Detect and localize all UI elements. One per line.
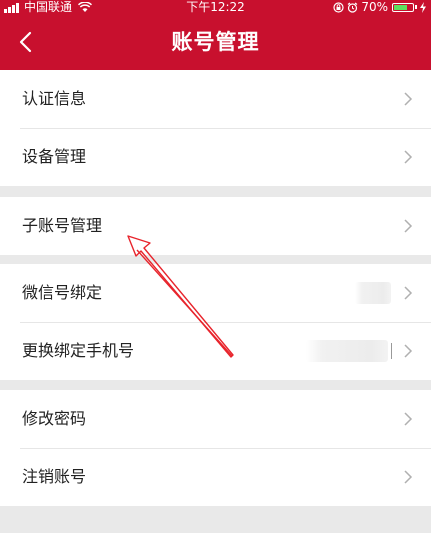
list-item-label: 子账号管理 [22,216,103,235]
list-item-label: 注销账号 [22,467,87,486]
chevron-right-icon [404,92,413,106]
list-item-sub-account-management[interactable]: 子账号管理 [0,197,431,255]
chevron-right-icon [404,412,413,426]
list-item-label: 设备管理 [22,147,87,166]
list-item-label: 认证信息 [22,89,87,108]
list-item-label: 微信号绑定 [22,283,103,302]
battery-tip [415,5,417,9]
status-bar-right: 70% [333,0,427,14]
list-item-wechat-binding[interactable]: 微信号绑定 [0,264,431,322]
rotation-lock-icon [333,1,344,13]
chevron-right-icon [404,286,413,300]
value-divider [391,343,392,359]
list-item-label: 修改密码 [22,409,87,428]
chevron-right-icon [404,344,413,358]
list-item-cancel-account[interactable]: 注销账号 [0,448,431,506]
alarm-icon [347,2,358,13]
settings-group-1: 认证信息 设备管理 [0,70,431,186]
phone-number-value-redacted [306,340,388,362]
nav-bar: 账号管理 [0,14,431,70]
wechat-bound-value-redacted [355,282,391,304]
list-item-device-management[interactable]: 设备管理 [0,128,431,186]
settings-group-4: 修改密码 注销账号 [0,390,431,506]
charging-bolt-icon [420,1,426,13]
chevron-right-icon [404,150,413,164]
status-bar: 中国联通 下午12:22 70% [0,0,431,14]
page-title: 账号管理 [171,30,260,54]
battery-fill [394,4,407,10]
battery-percent: 70% [361,0,388,14]
list-item-change-phone[interactable]: 更换绑定手机号 [0,322,431,380]
chevron-right-icon [404,219,413,233]
list-item-label: 更换绑定手机号 [22,341,135,360]
chevron-right-icon [404,470,413,484]
settings-group-2: 子账号管理 [0,197,431,255]
battery-icon [392,2,414,12]
settings-group-3: 微信号绑定 更换绑定手机号 [0,264,431,380]
list-item-certification-info[interactable]: 认证信息 [0,70,431,128]
list-item-change-password[interactable]: 修改密码 [0,390,431,448]
